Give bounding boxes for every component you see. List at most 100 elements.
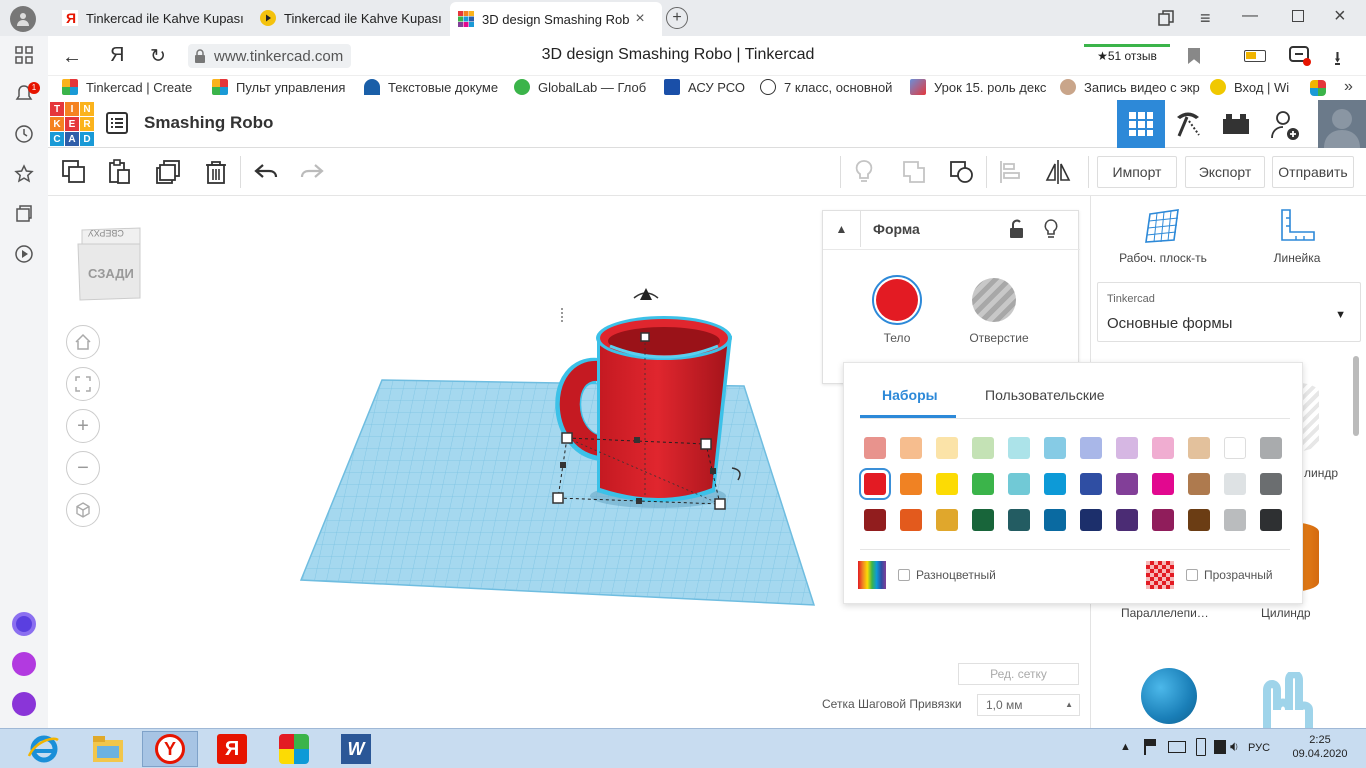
word-icon[interactable]: W (328, 731, 384, 767)
bookmark-item[interactable]: Урок 15. роль декс (910, 79, 1046, 95)
library-scrollbar[interactable] (1353, 356, 1359, 436)
color-swatch[interactable] (1260, 473, 1282, 495)
profile-icon[interactable] (10, 6, 36, 32)
bookmark-item[interactable]: Вход | Wi (1210, 79, 1289, 95)
copy-button[interactable] (58, 156, 90, 188)
3d-view-button[interactable] (1117, 100, 1165, 148)
messenger-icon[interactable] (12, 652, 36, 676)
color-swatch[interactable] (1044, 437, 1066, 459)
checkbox[interactable] (898, 569, 910, 581)
color-swatch[interactable] (864, 509, 886, 531)
bookmark-item[interactable]: АСУ РСО (664, 79, 745, 95)
collapse-button[interactable]: ▲ (823, 211, 861, 247)
browser-tab[interactable]: Tinkercad ile Kahve Kupası (252, 4, 448, 32)
notifications-bell-icon[interactable]: 1 (12, 82, 40, 108)
alice-assistant-icon[interactable] (12, 692, 36, 716)
color-swatch[interactable] (1044, 509, 1066, 531)
clock[interactable]: 2:25 09.04.2020 (1282, 734, 1358, 760)
edit-grid-button[interactable]: Ред. сетку (958, 663, 1079, 685)
ungroup-button[interactable] (946, 156, 978, 188)
tabs-icon[interactable] (1158, 10, 1174, 26)
color-swatch[interactable] (1224, 473, 1246, 495)
volume-icon[interactable]: 🔉︎ (1230, 738, 1239, 755)
workplane-tool-button[interactable]: Рабоч. плоск-ть (1101, 208, 1225, 265)
design-list-icon[interactable] (106, 112, 130, 136)
sd-card-icon[interactable] (1214, 740, 1226, 754)
undo-button[interactable] (250, 156, 282, 188)
video-play-icon[interactable] (12, 244, 36, 268)
download-icon[interactable]: ⭳ (1334, 44, 1341, 78)
color-swatch[interactable] (1116, 473, 1138, 495)
import-button[interactable]: Импорт (1097, 156, 1177, 188)
browser-tab-active[interactable]: 3D design Smashing Rob × (450, 2, 662, 36)
avatar[interactable] (1318, 100, 1366, 148)
fit-view-button[interactable] (66, 367, 100, 401)
corner-handle[interactable] (714, 498, 726, 510)
export-button[interactable]: Экспорт (1185, 156, 1265, 188)
add-user-button[interactable] (1268, 108, 1304, 142)
color-swatch[interactable] (936, 437, 958, 459)
edge-handle[interactable] (634, 437, 640, 443)
flag-icon[interactable] (1144, 739, 1158, 755)
color-swatch[interactable] (900, 509, 922, 531)
solid-button[interactable] (872, 275, 922, 325)
bookmark-item[interactable]: GlobalLab — Глоб (514, 79, 646, 95)
height-handle[interactable] (640, 332, 650, 342)
protect-icon[interactable] (1288, 44, 1312, 68)
snap-grid-select[interactable]: 1,0 мм ▲ (977, 694, 1080, 716)
color-swatch[interactable] (1080, 509, 1102, 531)
library-selector[interactable]: Tinkercad Основные формы ▼ (1097, 282, 1361, 342)
bricks-button[interactable] (1216, 108, 1256, 140)
color-swatch[interactable] (972, 473, 994, 495)
back-arrow-icon[interactable]: ← (62, 46, 82, 69)
bookmark-item[interactable]: Запись видео с экр (1060, 79, 1200, 95)
bookmark-item[interactable]: Tinkercad | Create (62, 79, 192, 95)
color-swatch[interactable] (972, 509, 994, 531)
reviews-badge[interactable]: ★51 отзыв (1084, 44, 1170, 68)
url-field[interactable]: www.tinkercad.com (188, 44, 352, 68)
apps-icon[interactable] (1310, 80, 1326, 96)
color-swatch[interactable] (900, 437, 922, 459)
projection-button[interactable] (66, 493, 100, 527)
internet-explorer-icon[interactable] (16, 731, 72, 767)
color-swatch[interactable] (1188, 437, 1210, 459)
paste-button[interactable] (103, 156, 135, 188)
color-swatch[interactable] (936, 509, 958, 531)
battery-tray-icon[interactable] (1196, 738, 1206, 756)
new-tab-button[interactable]: + (666, 7, 688, 29)
mirror-button[interactable] (1042, 156, 1074, 188)
language-indicator[interactable]: РУС (1248, 742, 1270, 754)
hide-button[interactable] (1043, 219, 1059, 242)
edge-handle[interactable] (560, 462, 566, 468)
bookmark-icon[interactable] (1188, 48, 1200, 64)
yandex-logo[interactable]: Я (110, 44, 124, 67)
favorites-star-icon[interactable] (12, 164, 36, 188)
shape-thumbnail-sphere[interactable] (1141, 668, 1197, 724)
corner-handle[interactable] (700, 438, 712, 450)
color-swatch[interactable] (1188, 509, 1210, 531)
checkbox[interactable] (1186, 569, 1198, 581)
zoom-out-button[interactable]: − (66, 451, 100, 485)
color-swatch[interactable] (1260, 437, 1282, 459)
display-icon[interactable] (1168, 741, 1186, 753)
menu-icon[interactable]: ≡ (1200, 8, 1211, 29)
color-swatch[interactable] (864, 437, 886, 459)
group-button[interactable] (898, 156, 930, 188)
color-swatch[interactable] (1116, 437, 1138, 459)
color-swatch[interactable] (936, 473, 958, 495)
maximize-icon[interactable] (1292, 10, 1304, 22)
bookmark-item[interactable]: 7 класс, основной (760, 79, 892, 95)
edge-handle[interactable] (710, 468, 716, 474)
color-swatch[interactable] (972, 437, 994, 459)
minimize-icon[interactable]: — (1242, 7, 1258, 25)
multicolor-checkbox[interactable]: Разноцветный (898, 568, 996, 582)
alice-search-icon[interactable] (12, 612, 36, 636)
tray-up-icon[interactable]: ▲ (1120, 741, 1131, 753)
redo-button[interactable] (296, 156, 328, 188)
coffee-mug-shape[interactable] (596, 316, 732, 502)
color-swatch[interactable] (1116, 509, 1138, 531)
close-window-icon[interactable]: × (1334, 5, 1346, 28)
color-swatch[interactable] (1152, 473, 1174, 495)
color-swatch[interactable] (1044, 473, 1066, 495)
file-explorer-icon[interactable] (80, 731, 136, 767)
